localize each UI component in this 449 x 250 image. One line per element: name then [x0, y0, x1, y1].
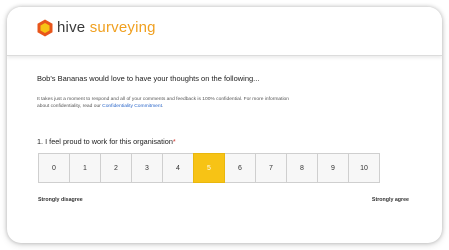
survey-card: hive surveying Bob's Bananas would love … [7, 7, 442, 243]
brand-logo: hive surveying [37, 19, 156, 37]
brand-word-hive: hive [57, 19, 86, 36]
brand-name: hive surveying [57, 19, 156, 37]
hexagon-logo-icon [37, 19, 53, 37]
brand-word-surveying: surveying [89, 19, 156, 36]
rating-option-3[interactable]: 3 [131, 153, 163, 183]
survey-intro: Bob's Bananas would love to have your th… [37, 74, 260, 83]
rating-option-1[interactable]: 1 [69, 153, 101, 183]
rating-option-2[interactable]: 2 [100, 153, 132, 183]
high-anchor-label: Strongly agree [371, 197, 409, 203]
required-marker: * [172, 137, 176, 146]
rating-option-6[interactable]: 6 [224, 153, 256, 183]
rating-option-4[interactable]: 4 [162, 153, 194, 183]
rating-option-8[interactable]: 8 [286, 153, 318, 183]
confidentiality-commitment-link[interactable]: Confidentiality Commitment [102, 104, 162, 109]
low-anchor-label: Strongly disagree [38, 197, 83, 203]
rating-scale: 0 1 2 3 4 5 6 7 8 9 10 [38, 153, 380, 183]
rating-option-7[interactable]: 7 [255, 153, 287, 183]
confidentiality-note: It takes just a moment to respond and al… [37, 97, 297, 110]
header-bar: hive surveying [7, 7, 442, 56]
note-end: . [161, 103, 164, 109]
rating-option-0[interactable]: 0 [38, 153, 70, 183]
question-text: 1. I feel proud to work for this organis… [37, 137, 173, 146]
rating-option-9[interactable]: 9 [317, 153, 349, 183]
rating-option-5[interactable]: 5 [193, 153, 225, 183]
question-title: 1. I feel proud to work for this organis… [37, 137, 176, 146]
rating-option-10[interactable]: 10 [348, 153, 380, 183]
